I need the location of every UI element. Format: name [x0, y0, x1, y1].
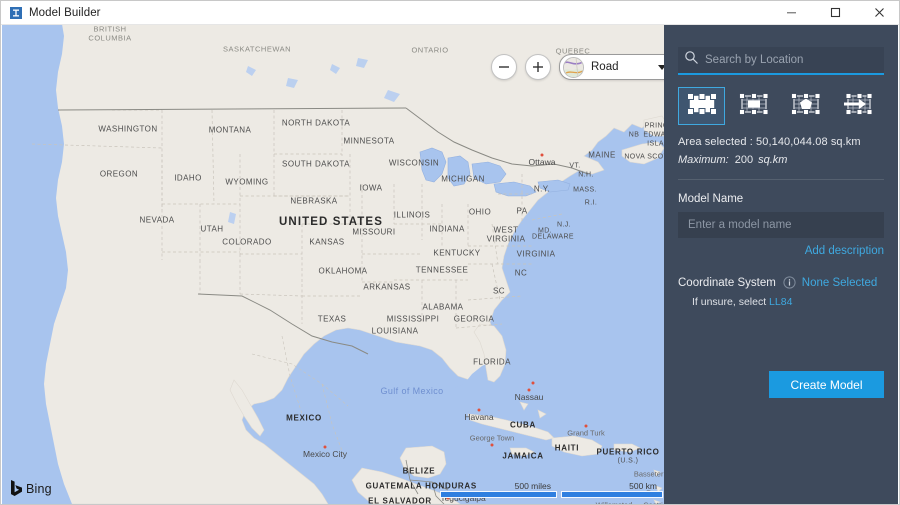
window-title: Model Builder — [29, 6, 101, 19]
coordinate-hint-text: If unsure, select — [692, 296, 767, 308]
zoom-out-button[interactable] — [491, 54, 517, 80]
rectangle-select-tool[interactable] — [678, 87, 725, 125]
map-geography — [2, 24, 666, 504]
close-button[interactable] — [857, 2, 899, 24]
polygon-select-tool[interactable] — [782, 87, 829, 125]
map-city-dot — [477, 408, 481, 412]
info-icon[interactable] — [783, 276, 796, 289]
zoom-in-button[interactable] — [525, 54, 551, 80]
maximum-label: Maximum: — [678, 154, 729, 166]
add-description-link[interactable]: Add description — [678, 245, 884, 257]
maximum-unit: sq.km — [758, 154, 788, 166]
scale-km-label: 500 km — [629, 481, 657, 491]
map-city-dot — [540, 153, 544, 157]
map-controls: Road — [491, 54, 666, 80]
map-city-dot — [527, 388, 531, 392]
model-builder-icon — [5, 2, 27, 24]
minimize-button[interactable] — [769, 2, 813, 24]
inner-rectangle-tool[interactable] — [730, 87, 777, 125]
search-icon — [684, 50, 699, 70]
scale-miles-bar — [440, 491, 557, 498]
rectangle-icon — [686, 92, 718, 121]
maximum-area-row: Maximum: 200 sq.km — [678, 154, 884, 166]
map-style-selector[interactable]: Road — [559, 54, 666, 80]
scale-miles: 500 miles — [440, 481, 557, 498]
panel-divider — [678, 179, 884, 180]
create-model-button[interactable]: Create Model — [769, 371, 884, 398]
coordinate-hint: If unsure, select LL84 — [678, 296, 884, 308]
map-style-thumbnail-icon — [563, 56, 584, 78]
map-city-dot — [584, 424, 588, 428]
ll84-link[interactable]: LL84 — [769, 296, 792, 308]
model-name-label: Model Name — [678, 193, 744, 205]
import-boundary-tool[interactable] — [834, 87, 881, 125]
scale-km-bar — [561, 491, 663, 498]
map-style-label: Road — [591, 61, 619, 73]
scale-miles-label: 500 miles — [514, 481, 551, 491]
map-city-dot — [490, 443, 494, 447]
bing-logo[interactable]: Bing — [10, 480, 52, 497]
search-input[interactable] — [699, 53, 878, 67]
title-bar: Model Builder — [1, 1, 899, 25]
map-city-dot — [323, 445, 327, 449]
coordinate-system-value[interactable]: None Selected — [802, 277, 877, 289]
model-name-field[interactable] — [678, 212, 884, 238]
model-name-input[interactable] — [686, 218, 876, 232]
map-canvas[interactable]: BRITISH COLUMBIA SASKATCHEWAN ONTARIO QUEBEC… — [2, 24, 666, 504]
scale-km: 500 km — [561, 481, 663, 498]
bing-glyph-icon — [11, 480, 22, 496]
model-builder-window: Model Builder BRITISH COLUMBIA SASKATCHE… — [0, 0, 900, 505]
coordinate-system-row: Coordinate System None Selected — [678, 276, 884, 289]
inner-rectangle-icon — [738, 92, 770, 121]
search-bar[interactable] — [678, 47, 884, 75]
maximum-value: 200 — [734, 154, 754, 166]
map-scale: 500 miles 500 km — [440, 481, 663, 498]
arrow-into-box-icon — [842, 92, 874, 121]
selection-tools — [678, 87, 884, 125]
maximize-button[interactable] — [813, 2, 857, 24]
map-city-dot — [531, 381, 535, 385]
coordinate-system-label: Coordinate System — [678, 276, 776, 289]
model-builder-panel: Area selected : 50,140,044.08 sq.km Maxi… — [664, 24, 898, 504]
polygon-icon — [790, 92, 822, 121]
area-selected-text: Area selected : 50,140,044.08 sq.km — [678, 136, 861, 148]
bing-label: Bing — [26, 481, 52, 496]
